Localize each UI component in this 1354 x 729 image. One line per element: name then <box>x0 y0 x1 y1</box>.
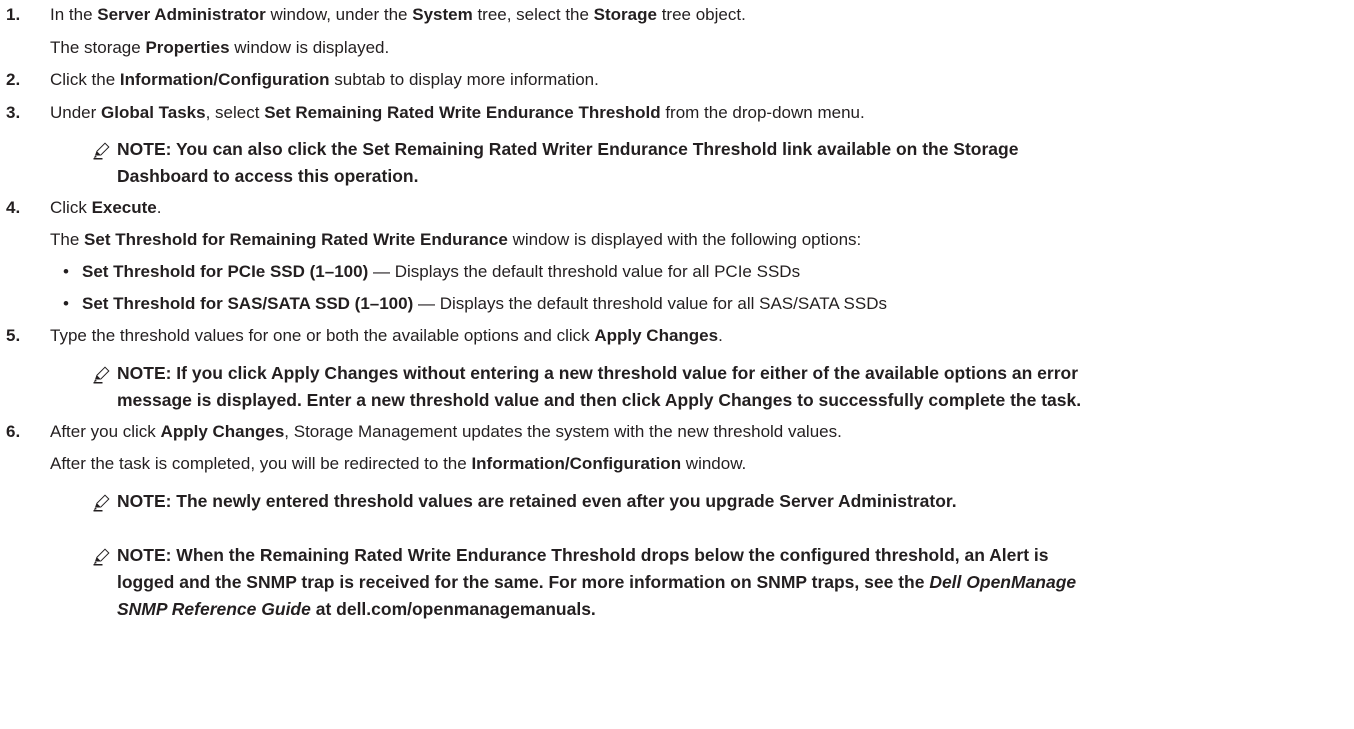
step-2-line-1: Click the Information/Configuration subt… <box>50 70 599 89</box>
note-2: NOTE: If you click Apply Changes without… <box>117 363 1082 410</box>
bullet-dot: • <box>63 294 69 313</box>
pen-note-icon <box>93 548 110 566</box>
step-number: 4. <box>6 198 21 217</box>
pen-note-icon <box>93 366 110 384</box>
step-3-line-1: Under Global Tasks, select Set Remaining… <box>50 103 865 122</box>
pen-note-icon <box>93 494 110 512</box>
step-1-line-2: The storage Properties window is display… <box>50 38 390 57</box>
step-number: 5. <box>6 326 21 345</box>
bullet-item: Set Threshold for SAS/SATA SSD (1–100) —… <box>82 294 887 313</box>
step-6-line-2: After the task is completed, you will be… <box>50 454 747 473</box>
step-4-line-2: The Set Threshold for Remaining Rated Wr… <box>50 230 862 249</box>
step-number: 1. <box>6 5 21 24</box>
step-4-line-1: Click Execute. <box>50 198 162 217</box>
bullet-dot: • <box>63 262 69 281</box>
step-6-line-1: After you click Apply Changes, Storage M… <box>50 422 842 441</box>
document-page: 1. In the Server Administrator window, u… <box>0 0 1354 729</box>
step-number: 3. <box>6 103 21 122</box>
note-4: NOTE: When the Remaining Rated Write End… <box>117 545 1077 619</box>
step-number: 2. <box>6 70 21 89</box>
bullet-item: Set Threshold for PCIe SSD (1–100) — Dis… <box>82 262 801 281</box>
step-5-line-1: Type the threshold values for one or bot… <box>50 326 723 345</box>
note-3: NOTE: The newly entered threshold values… <box>117 491 957 511</box>
pen-note-icon <box>93 142 110 160</box>
step-1-line-1: In the Server Administrator window, unde… <box>50 5 746 24</box>
note-1: NOTE: You can also click the Set Remaini… <box>117 139 1019 186</box>
step-number: 6. <box>6 422 21 441</box>
